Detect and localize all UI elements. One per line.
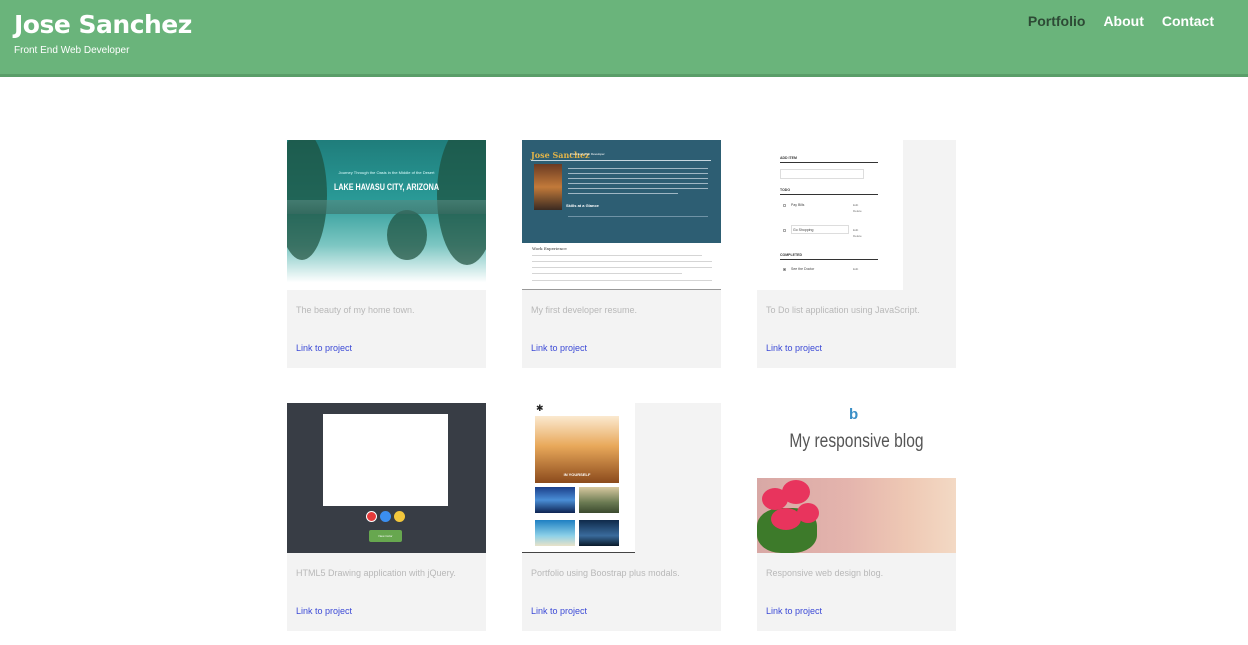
- site-tagline: Front End Web Developer: [14, 45, 130, 56]
- project-thumbnail[interactable]: b My responsive blog: [757, 403, 956, 553]
- project-description: My first developer resume.: [531, 305, 638, 315]
- gallery-image: [579, 520, 619, 546]
- text-line: [532, 261, 712, 262]
- main-nav: Portfolio About Contact: [1028, 13, 1214, 29]
- project-description: Responsive web design blog.: [766, 568, 884, 578]
- text-line: [568, 193, 678, 194]
- site-title: Jose Sanchez: [14, 10, 192, 39]
- edit-button: Edit: [853, 203, 859, 207]
- project-thumbnail[interactable]: ADD ITEM TODO Pay Bills Edit Delete Go S…: [757, 140, 903, 290]
- edit-button: Edit: [853, 228, 859, 232]
- project-card: ✱ IN YOURSELF Portfolio using Boostrap p…: [522, 403, 721, 631]
- thumb-title: LAKE HAVASU CITY, ARIZONA: [333, 182, 440, 192]
- project-card: New Color HTML5 Drawing application with…: [287, 403, 486, 631]
- work-heading: Work Experience: [532, 246, 567, 251]
- hero-image: IN YOURSELF: [535, 416, 619, 483]
- text-line: [568, 173, 708, 174]
- thumb-subtitle: Journey Through the Oasis in the Middle …: [338, 170, 435, 175]
- completed-heading: COMPLETED: [780, 253, 802, 257]
- text-line: [532, 280, 712, 281]
- checkbox-checked: [783, 268, 786, 271]
- gallery-image: [535, 520, 575, 546]
- nav-about[interactable]: About: [1103, 13, 1143, 29]
- todo-item: Pay Bills: [791, 203, 805, 207]
- project-link[interactable]: Link to project: [531, 606, 587, 616]
- project-card: Jose Sanchez Front End Web Developer Ski…: [522, 140, 721, 368]
- nav-portfolio[interactable]: Portfolio: [1028, 13, 1086, 29]
- divider: [780, 162, 878, 163]
- text-line: [532, 267, 712, 268]
- project-description: To Do list application using JavaScript.: [766, 305, 920, 315]
- blog-logo-icon: b: [849, 406, 859, 423]
- checkbox: [783, 204, 786, 207]
- skills-row: [568, 216, 708, 217]
- todo-item: See the Doctor: [791, 267, 815, 271]
- edit-button: Edit: [853, 267, 859, 271]
- project-card: ADD ITEM TODO Pay Bills Edit Delete Go S…: [757, 140, 956, 368]
- hero-text: IN YOURSELF: [563, 472, 591, 477]
- text-line: [532, 273, 682, 274]
- todo-heading: TODO: [780, 188, 791, 192]
- color-swatch-yellow: [394, 511, 405, 522]
- blog-title: My responsive blog: [789, 431, 924, 452]
- project-thumbnail[interactable]: ✱ IN YOURSELF: [522, 403, 635, 553]
- delete-button: Delete: [853, 234, 862, 238]
- divider: [531, 160, 711, 161]
- color-swatch-red: [366, 511, 377, 522]
- bridge: [287, 200, 486, 214]
- ninja-logo-icon: ✱: [536, 403, 544, 413]
- drawing-canvas: [323, 414, 448, 506]
- project-card: b My responsive blog Responsive web desi…: [757, 403, 956, 631]
- project-link[interactable]: Link to project: [531, 343, 587, 353]
- checkbox: [783, 229, 786, 232]
- text-line: [568, 188, 708, 189]
- gallery-image: [579, 487, 619, 513]
- text-line: [568, 168, 708, 169]
- project-link[interactable]: Link to project: [296, 343, 352, 353]
- color-swatch-blue: [380, 511, 391, 522]
- text-line: [568, 178, 708, 179]
- flower: [797, 503, 819, 523]
- project-link[interactable]: Link to project: [296, 606, 352, 616]
- project-thumbnail[interactable]: Jose Sanchez Front End Web Developer Ski…: [522, 140, 721, 290]
- divider: [780, 194, 878, 195]
- project-description: The beauty of my home town.: [296, 305, 415, 315]
- flower-photo: [757, 478, 956, 553]
- project-description: Portfolio using Boostrap plus modals.: [531, 568, 680, 578]
- divider: [780, 259, 878, 260]
- delete-button: Delete: [853, 209, 862, 213]
- resume-tagline: Front End Web Developer: [570, 152, 605, 156]
- shrub: [387, 210, 427, 260]
- add-item-heading: ADD ITEM: [780, 156, 797, 160]
- site-header: Jose Sanchez Front End Web Developer Por…: [0, 0, 1248, 77]
- resume-header: Jose Sanchez Front End Web Developer Ski…: [522, 140, 721, 243]
- project-link[interactable]: Link to project: [766, 606, 822, 616]
- project-thumbnail[interactable]: New Color: [287, 403, 486, 553]
- todo-input: [780, 169, 864, 179]
- todo-item: Go Shopping: [793, 228, 814, 232]
- brand: Jose Sanchez Front End Web Developer: [14, 10, 192, 56]
- project-link[interactable]: Link to project: [766, 343, 822, 353]
- nav-contact[interactable]: Contact: [1162, 13, 1214, 29]
- project-thumbnail[interactable]: Journey Through the Oasis in the Middle …: [287, 140, 486, 290]
- project-card: Journey Through the Oasis in the Middle …: [287, 140, 486, 368]
- flower: [782, 480, 810, 504]
- skills-heading: Skills at a Glance: [566, 203, 599, 208]
- profile-photo: [534, 164, 562, 210]
- new-color-button: New Color: [369, 530, 402, 542]
- gallery-image: [535, 487, 575, 513]
- project-description: HTML5 Drawing application with jQuery.: [296, 568, 456, 578]
- text-line: [532, 255, 702, 256]
- text-line: [568, 183, 708, 184]
